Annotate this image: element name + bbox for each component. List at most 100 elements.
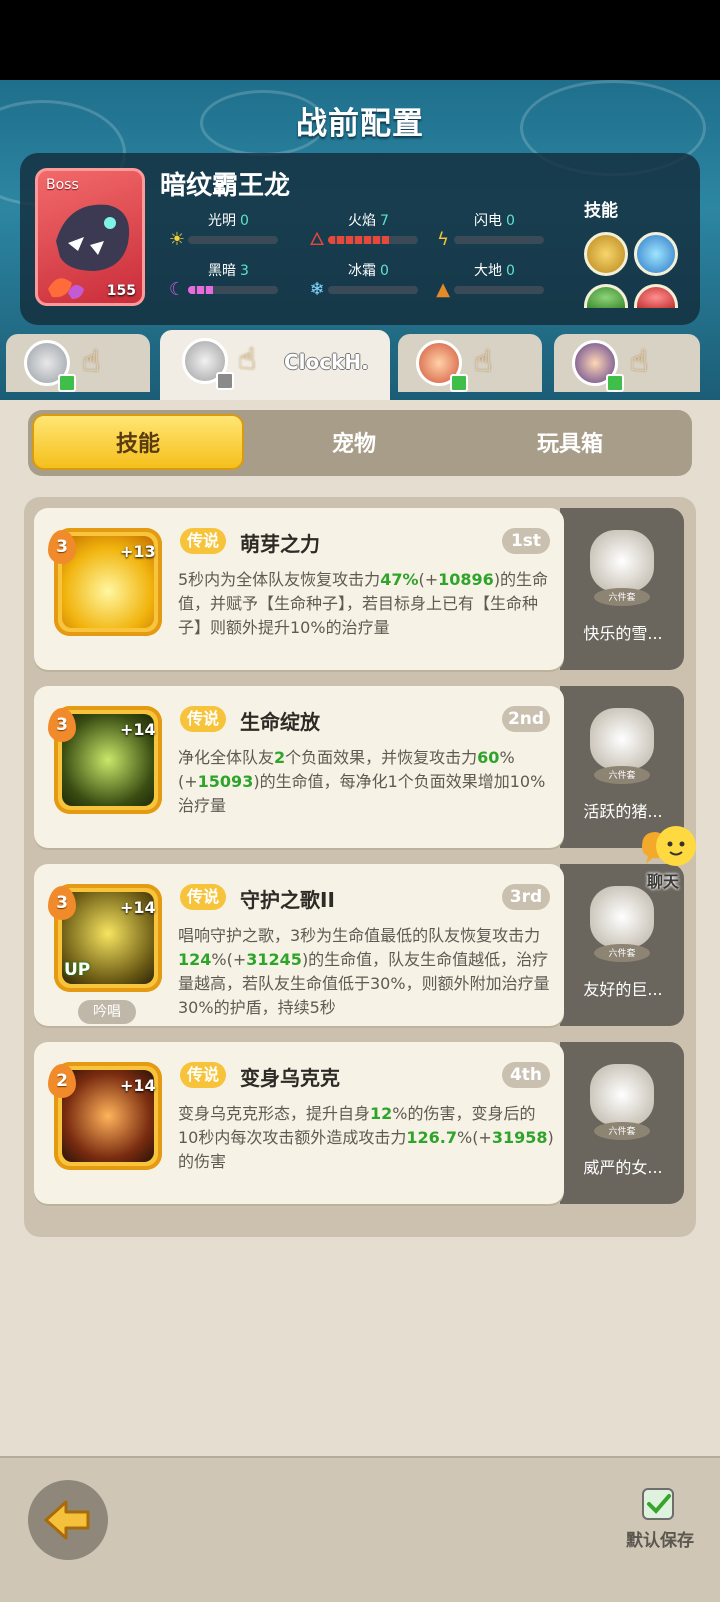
desc-fragment: %(+	[211, 950, 247, 969]
boss-skill-orb-2[interactable]	[634, 232, 678, 276]
bottom-bar	[0, 1456, 720, 1602]
desc-fragment: 净化全体队友	[178, 748, 275, 767]
element-bar	[454, 286, 544, 294]
pet-panel[interactable]: 六件套 快乐的雪...	[560, 508, 684, 670]
status-bar	[0, 0, 720, 80]
element-bar	[188, 286, 278, 294]
element-value: 0	[506, 213, 515, 229]
element-name: 火焰	[348, 213, 376, 229]
rarity-badge: 传说	[180, 528, 227, 554]
skill-description: 唱响守护之歌，3秒为生命值最低的队友恢复攻击力124%(+31245)的生命值，…	[178, 924, 554, 1020]
skill-title: 萌芽之力	[240, 532, 320, 556]
desc-fragment: 60	[477, 748, 500, 767]
chant-tag: 吟唱	[78, 1000, 136, 1024]
desc-fragment: 个负面效果，并恢复攻击力	[285, 748, 478, 767]
skill-description: 5秒内为全体队友恢复攻击力47%(+10896)的生命值，并赋予【生命种子】，若…	[178, 568, 554, 640]
pet-panel[interactable]: 六件套活跃的猪...	[560, 686, 684, 848]
element-name: 闪电	[474, 213, 502, 229]
pet-name: 活跃的猪...	[583, 802, 663, 821]
skill-order-badge: 3rd	[502, 884, 550, 910]
element-value: 0	[380, 263, 389, 279]
fire-icon: 🜂	[309, 229, 325, 250]
default-save-checkbox[interactable]	[642, 1488, 674, 1520]
rarity-badge: 传说	[180, 1062, 227, 1088]
element-label-5: 大地 0	[474, 260, 515, 280]
desc-fragment: 124	[178, 950, 212, 969]
hero-tab-3[interactable]: ☝	[398, 334, 542, 392]
skill-title: 生命绽放	[240, 710, 320, 734]
desc-fragment: %(+	[456, 1128, 492, 1147]
skill-title: 变身乌克克	[240, 1066, 340, 1090]
element-value: 7	[380, 213, 389, 229]
online-badge-icon	[58, 374, 76, 392]
skill-plus-value: +14	[120, 898, 156, 917]
element-value: 3	[240, 263, 249, 279]
sun-icon: ☀	[168, 229, 186, 250]
hero-tab-2[interactable]: ☝ ClockH.	[160, 330, 390, 400]
hero-tab-4[interactable]: ☝	[554, 334, 700, 392]
tab-pets[interactable]: 宠物	[248, 426, 460, 458]
desc-fragment: (+	[418, 570, 439, 589]
checkmark-icon	[647, 1494, 671, 1514]
boss-skills-label: 技能	[584, 201, 618, 221]
skill-plus-value: +14	[120, 720, 156, 739]
pointing-hand-icon: ☝	[474, 344, 493, 379]
desc-fragment: 10896	[438, 570, 494, 589]
lightning-icon: ϟ	[437, 229, 449, 250]
element-bar	[188, 236, 278, 244]
skill-level-badge: 3	[48, 886, 76, 920]
element-label-3: 黑暗 3	[208, 260, 249, 280]
hero-tab-1[interactable]: ☝	[6, 334, 150, 392]
element-bar-fill	[188, 286, 215, 294]
pet-art	[590, 1064, 654, 1126]
status-badge-icon	[216, 372, 234, 390]
skill-card[interactable]: 3 +14 传说 守护之歌II 3rd UP 吟唱 唱响守护之歌，3秒为生命值最低的队友恢复攻…	[34, 864, 564, 1026]
boss-portrait[interactable]: Boss 155	[35, 168, 145, 306]
pet-set-label: 六件套	[608, 771, 636, 781]
skill-order-badge: 1st	[502, 528, 550, 554]
pet-set-label: 六件套	[608, 1127, 636, 1137]
skill-card[interactable]: 3 +13 传说 萌芽之力 1st 5秒内为全体队友恢复攻击力47%(+10896)的生命…	[34, 508, 564, 670]
skill-order-badge: 2nd	[502, 706, 550, 732]
rarity-badge: 传说	[180, 706, 227, 732]
rarity-badge: 传说	[180, 884, 227, 910]
element-name: 大地	[474, 263, 502, 279]
chat-button[interactable]: 聊天	[640, 826, 700, 891]
element-name: 光明	[208, 213, 236, 229]
skill-title: 守护之歌II	[240, 888, 335, 912]
pet-art	[590, 708, 654, 770]
page-title: 战前配置	[296, 106, 424, 142]
pet-set-label: 六件套	[608, 593, 636, 603]
element-bar-fill	[328, 236, 391, 244]
skill-level-badge: 3	[48, 530, 76, 564]
element-bar	[328, 236, 418, 244]
skill-order-badge: 4th	[502, 1062, 550, 1088]
element-name: 黑暗	[208, 263, 236, 279]
pet-set-label: 六件套	[608, 949, 636, 959]
tab-toybox[interactable]: 玩具箱	[464, 426, 676, 458]
desc-fragment: 2	[274, 748, 286, 767]
boss-name: 暗纹霸王龙	[160, 171, 291, 201]
hero-name: ClockH.	[284, 350, 369, 374]
pet-name: 威严的女...	[583, 1158, 663, 1177]
boss-skill-orb-1[interactable]	[584, 232, 628, 276]
desc-fragment: 31958	[491, 1128, 548, 1147]
pet-panel[interactable]: 六件套威严的女...	[560, 1042, 684, 1204]
pointing-hand-icon: ☝	[82, 344, 101, 379]
skill-plus-value: +14	[120, 1076, 156, 1095]
element-name: 冰霜	[348, 263, 376, 279]
online-badge-icon	[450, 374, 468, 392]
element-value: 0	[506, 263, 515, 279]
skill-description: 变身乌克克形态，提升自身12%的伤害，变身后的10秒内每次攻击额外造成攻击力12…	[178, 1102, 554, 1174]
desc-fragment: 5秒内为全体队友恢复攻击力	[178, 570, 381, 589]
mountain-icon: ▲	[436, 279, 450, 300]
skill-card[interactable]: 3 +14 传说 生命绽放 2nd 净化全体队友2个负面效果，并恢复攻击力60%(+150…	[34, 686, 564, 848]
moon-icon: ☾	[168, 279, 186, 300]
desc-fragment: 126.7	[406, 1128, 457, 1147]
element-label-0: 光明 0	[208, 210, 249, 230]
tab-skills[interactable]: 技能	[32, 426, 244, 458]
element-label-4: 冰霜 0	[348, 260, 389, 280]
pointing-hand-icon: ☝	[238, 342, 257, 377]
online-badge-icon	[606, 374, 624, 392]
skill-card[interactable]: 2 +14 传说 变身乌克克 4th 变身乌克克形态，提升自身12%的伤害，变身后的10秒…	[34, 1042, 564, 1204]
